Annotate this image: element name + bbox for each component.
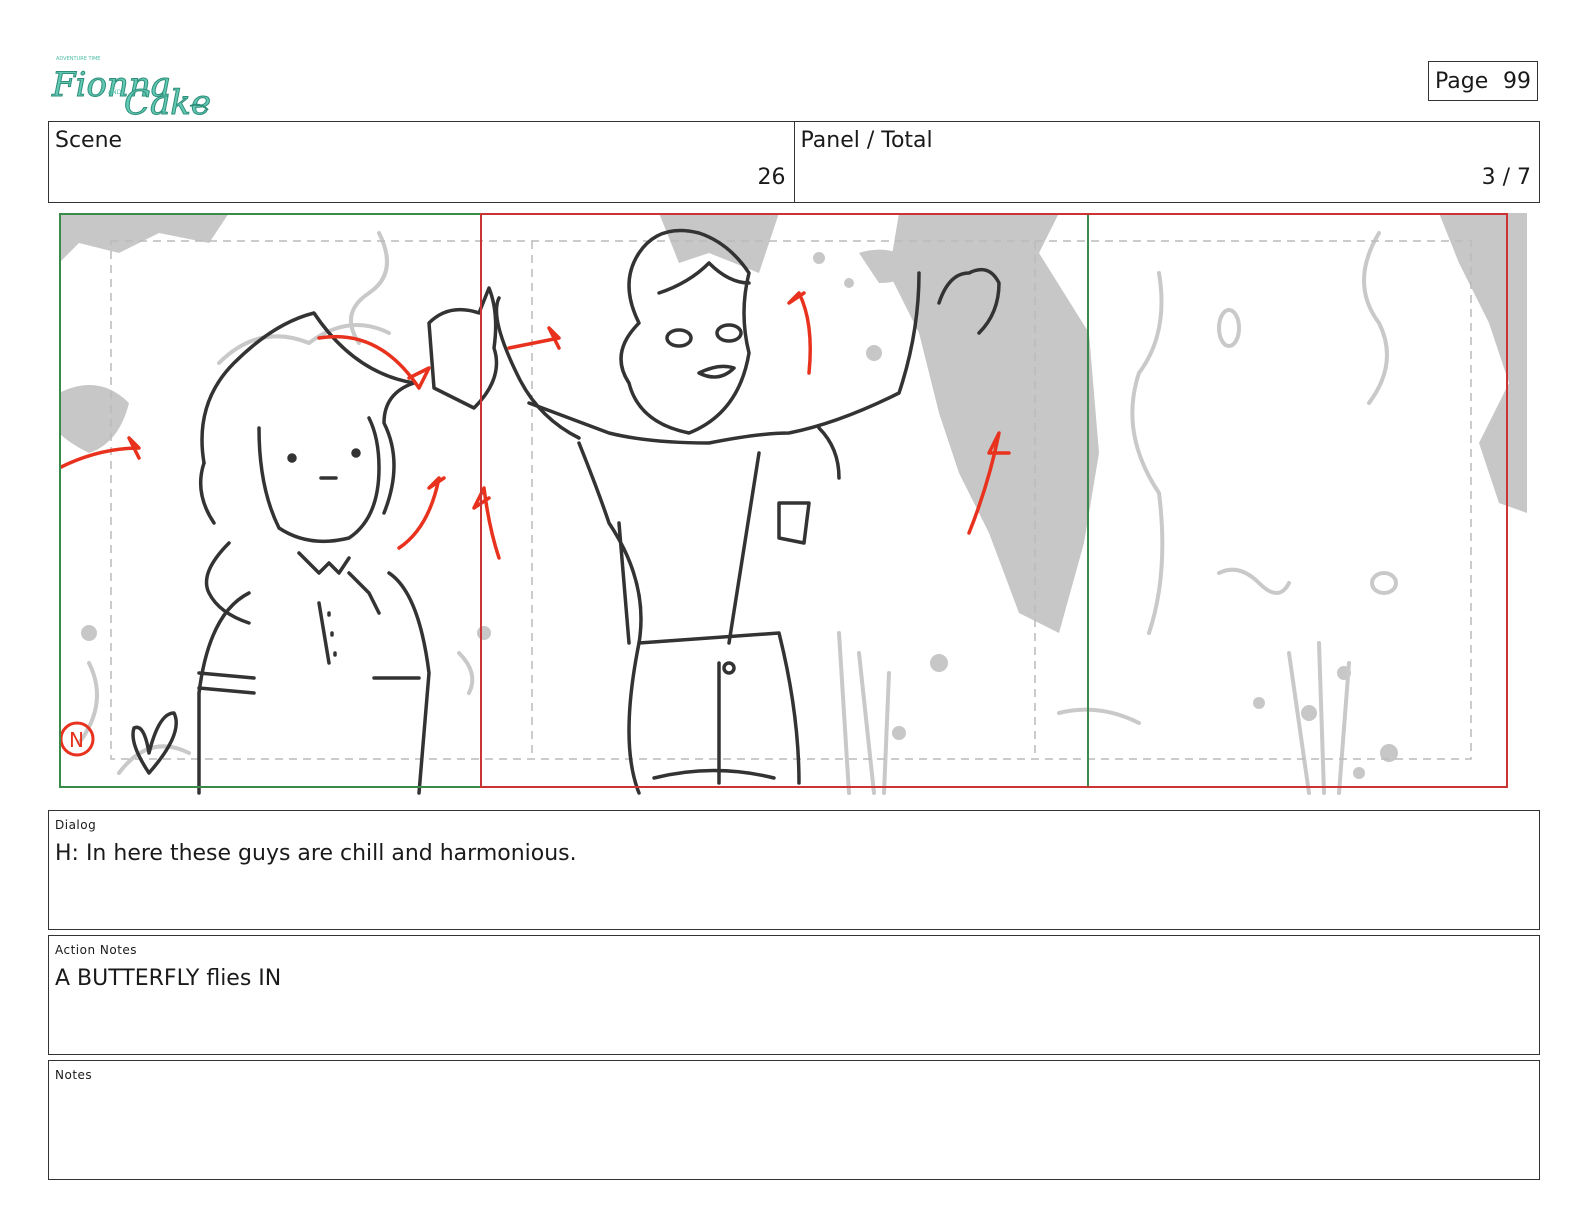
scene-value: 26 xyxy=(757,165,786,190)
dialog-text: H: In here these guys are chill and harm… xyxy=(55,841,577,866)
notes-box: Notes xyxy=(48,1060,1540,1180)
dialog-label: Dialog xyxy=(55,818,97,832)
action-notes-box: Action Notes A BUTTERFLY flies IN xyxy=(48,935,1540,1055)
scene-panel-header: Scene 26 Panel / Total 3 / 7 xyxy=(48,121,1540,203)
svg-text:N: N xyxy=(69,728,84,752)
svg-text:AND: AND xyxy=(108,89,122,96)
dialog-box: Dialog H: In here these guys are chill a… xyxy=(48,810,1540,930)
action-notes-text: A BUTTERFLY flies IN xyxy=(55,966,282,991)
svg-text:Cake: Cake xyxy=(124,83,211,118)
notes-label: Notes xyxy=(55,1068,93,1082)
panel-cell: Panel / Total 3 / 7 xyxy=(793,122,1540,202)
page-number: 99 xyxy=(1503,68,1531,94)
scene-label: Scene xyxy=(55,128,123,153)
logo-small-text: ADVENTURE TIME xyxy=(56,56,100,62)
scene-cell: Scene 26 xyxy=(49,122,794,202)
page-number-box: Page 99 xyxy=(1428,61,1538,101)
action-notes-label: Action Notes xyxy=(55,943,138,957)
panel-total-label: Panel / Total xyxy=(800,128,933,153)
fionna-and-cake-logo: ADVENTURE TIME Fionna AND Cake xyxy=(51,56,212,118)
page-label: Page xyxy=(1435,68,1489,94)
panel-total-value: 3 / 7 xyxy=(1481,165,1531,190)
storyboard-panel-drawing: N xyxy=(59,213,1527,798)
